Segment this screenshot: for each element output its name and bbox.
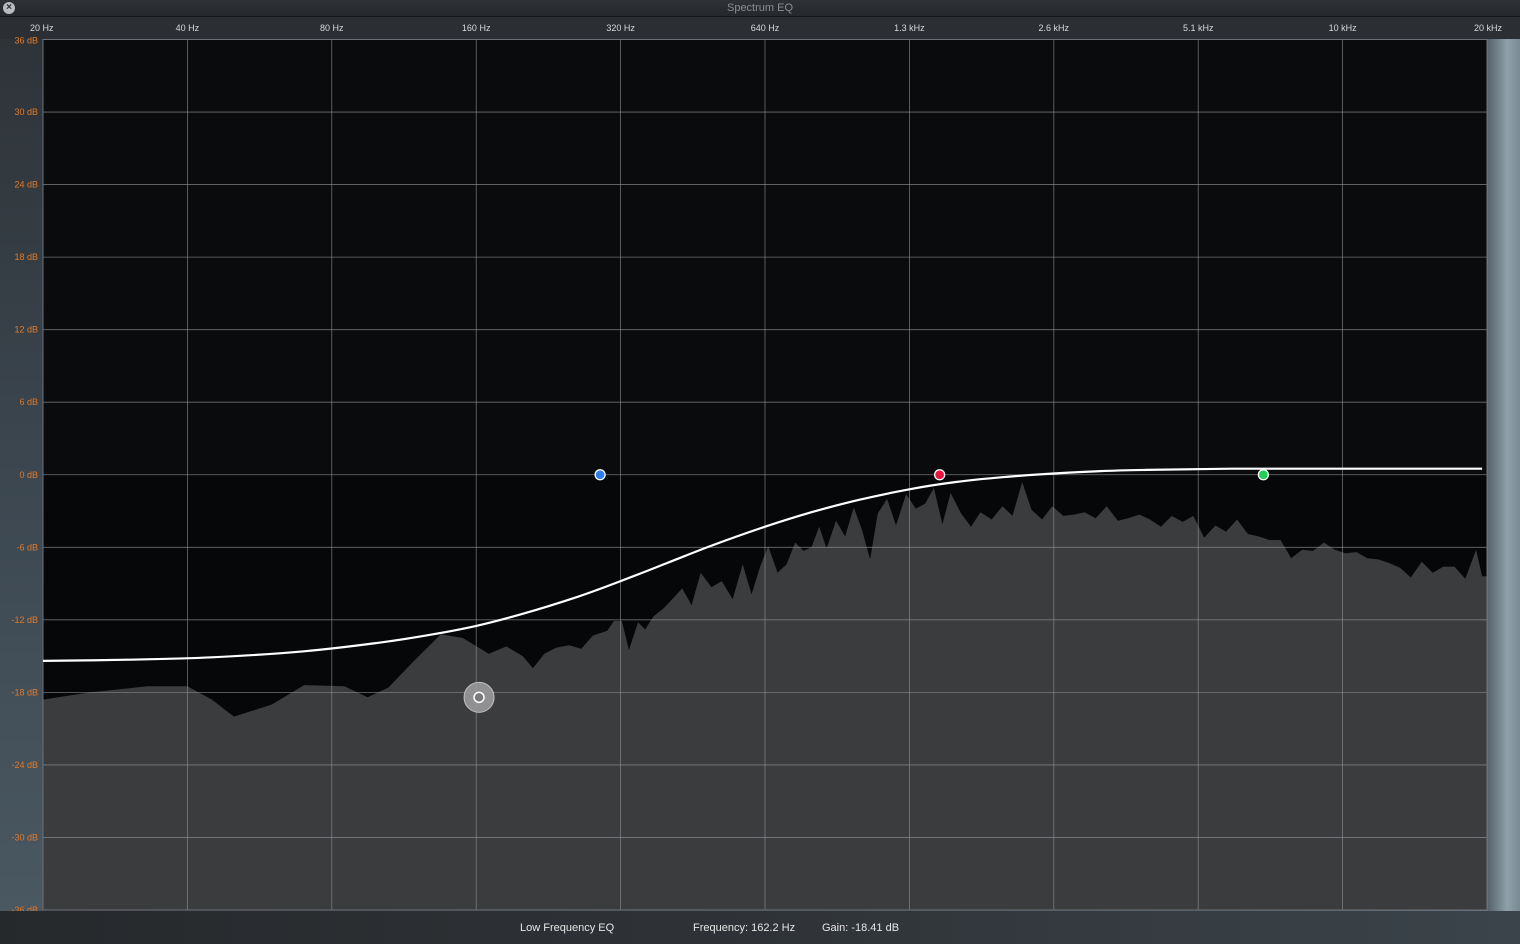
x-tick-label: 640 Hz xyxy=(751,23,780,33)
band-handle-3[interactable] xyxy=(933,469,946,481)
low-band-handle[interactable] xyxy=(473,691,485,704)
x-tick-label: 20 Hz xyxy=(30,23,54,33)
x-tick-label: 5.1 kHz xyxy=(1183,23,1214,33)
y-tick-label: 6 dB xyxy=(19,397,38,407)
y-tick-label: 30 dB xyxy=(14,107,38,117)
x-tick-label: 1.3 kHz xyxy=(894,23,925,33)
y-tick-label: 18 dB xyxy=(14,252,38,262)
eq-graph[interactable]: 20 Hz 40 Hz 80 Hz 160 Hz 320 Hz 640 Hz 1.3 kHz… xyxy=(0,0,1520,944)
frequency-readout: Frequency: 162.2 Hz xyxy=(693,922,796,934)
y-tick-label: -24 dB xyxy=(11,760,38,770)
x-tick-label: 320 Hz xyxy=(606,23,635,33)
y-tick-label: -30 dB xyxy=(11,832,38,842)
x-tick-label: 2.6 kHz xyxy=(1039,23,1070,33)
band-handle-4[interactable] xyxy=(1257,469,1270,481)
y-tick-label: 24 dB xyxy=(14,180,38,190)
y-tick-label: 12 dB xyxy=(14,325,38,335)
y-tick-label: -12 dB xyxy=(11,615,38,625)
x-tick-label: 20 kHz xyxy=(1474,23,1503,33)
x-tick-label: 40 Hz xyxy=(176,23,200,33)
y-tick-label: -18 dB xyxy=(11,687,38,697)
gain-readout: Gain: -18.41 dB xyxy=(822,922,900,934)
band-name-label: Low Frequency EQ xyxy=(520,922,615,934)
band-handle-2[interactable] xyxy=(594,469,606,481)
y-tick-label: 36 dB xyxy=(14,36,38,46)
y-tick-label: 0 dB xyxy=(19,470,38,480)
x-tick-label: 80 Hz xyxy=(320,23,344,33)
y-tick-label: -6 dB xyxy=(16,542,38,552)
spectrum-eq-window: × Spectrum EQ 20 Hz 40 Hz 80 Hz 160 Hz 320 H… xyxy=(0,0,1520,944)
x-tick-label: 160 Hz xyxy=(462,23,491,33)
x-tick-label: 10 kHz xyxy=(1329,23,1358,33)
